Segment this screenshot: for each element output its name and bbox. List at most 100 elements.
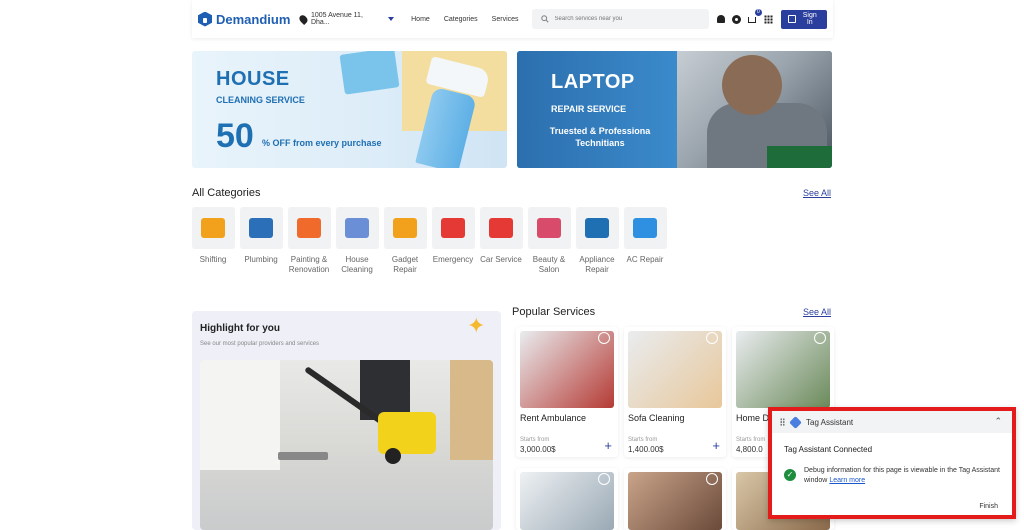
service-price: 3,000.00$ xyxy=(520,445,556,454)
chevron-down-icon xyxy=(388,17,395,21)
category-icon xyxy=(441,218,465,238)
sign-in-label: Sign In xyxy=(802,12,817,26)
category-item[interactable]: Shifting xyxy=(191,207,235,265)
page: Demandium 1005 Avenue 11, Dha... Home Ca… xyxy=(0,0,1024,530)
service-name: Rent Ambulance xyxy=(520,413,587,423)
collapse-icon[interactable]: ⌃ xyxy=(994,416,1002,427)
house-cleaning-banner[interactable]: HOUSE CLEANING SERVICE 50 % OFF from eve… xyxy=(192,51,507,168)
search-icon xyxy=(540,15,549,23)
highlight-title: Highlight for you xyxy=(200,323,280,334)
category-item[interactable]: Plumbing xyxy=(239,207,283,265)
bell-icon[interactable] xyxy=(716,15,725,23)
category-item[interactable]: Beauty & Salon xyxy=(527,207,571,275)
starts-from-label: Starts from xyxy=(736,437,766,443)
category-label: Painting & Renovation xyxy=(288,255,330,274)
finish-button[interactable]: Finish xyxy=(979,503,998,510)
category-icon-box xyxy=(623,207,667,249)
service-price: 1,400.00$ xyxy=(628,445,664,454)
sponge-image xyxy=(339,51,400,95)
highlight-panel: Highlight for you See our most popular p… xyxy=(192,311,501,530)
category-icon-box xyxy=(335,207,379,249)
drag-handle-icon[interactable] xyxy=(780,418,785,426)
logo[interactable]: Demandium xyxy=(198,11,291,27)
apps-grid-icon[interactable] xyxy=(763,14,773,24)
service-card[interactable] xyxy=(624,468,726,530)
nav-categories[interactable]: Categories xyxy=(444,16,478,23)
search-bar[interactable] xyxy=(531,9,709,29)
category-icon xyxy=(489,218,513,238)
highlight-subtitle: See our most popular providers and servi… xyxy=(200,341,320,347)
location-selector[interactable]: 1005 Avenue 11, Dha... xyxy=(298,12,395,26)
nav-services[interactable]: Services xyxy=(492,16,519,23)
category-item[interactable]: AC Repair xyxy=(623,207,667,265)
banner-title: HOUSE xyxy=(216,68,290,90)
top-navbar: Demandium 1005 Avenue 11, Dha... Home Ca… xyxy=(192,0,833,38)
banner-tagline: Truested & Professiona Technitians xyxy=(549,126,651,148)
add-service-button[interactable]: + xyxy=(712,439,720,452)
category-icon xyxy=(297,218,321,238)
nav-home[interactable]: Home xyxy=(411,16,430,23)
service-name: Sofa Cleaning xyxy=(628,413,685,423)
cart-icon xyxy=(747,16,756,23)
learn-more-link[interactable]: Learn more xyxy=(829,477,865,484)
main-nav: Home Categories Services xyxy=(411,16,518,23)
category-icon xyxy=(345,218,369,238)
highlight-image[interactable] xyxy=(200,360,493,530)
category-icon xyxy=(249,218,273,238)
search-input[interactable] xyxy=(554,16,705,22)
category-label: Plumbing xyxy=(244,255,278,264)
cart-badge: 0 xyxy=(754,8,762,16)
connection-status: Tag Assistant Connected xyxy=(784,445,873,454)
popular-services-title: Popular Services xyxy=(512,306,596,318)
laptop-repair-banner[interactable]: LAPTOP REPAIR SERVICE Truested & Profess… xyxy=(517,51,832,168)
category-item[interactable]: Emergency xyxy=(431,207,475,265)
banner-subtitle: CLEANING SERVICE xyxy=(216,95,305,105)
category-label: Emergency xyxy=(432,255,474,264)
category-icon-box xyxy=(287,207,331,249)
category-icon-box xyxy=(575,207,619,249)
service-card[interactable]: Sofa Cleaning Starts from 1,400.00$ + xyxy=(624,327,726,457)
cart-button[interactable]: 0 xyxy=(747,8,762,24)
settings-icon[interactable] xyxy=(731,14,741,24)
vacuum-cleaner xyxy=(378,412,436,454)
banner-discount: 50 xyxy=(216,117,254,155)
category-icon xyxy=(201,218,225,238)
category-icon xyxy=(537,218,561,238)
heart-icon[interactable] xyxy=(706,473,718,485)
heart-icon[interactable] xyxy=(814,332,826,344)
location-text: 1005 Avenue 11, Dha... xyxy=(310,12,363,26)
logo-text: Demandium xyxy=(216,11,291,27)
service-card[interactable]: Rent Ambulance Starts from 3,000.00$ + xyxy=(516,327,618,457)
starts-from-label: Starts from xyxy=(520,437,550,443)
category-label: House Cleaning xyxy=(341,255,373,274)
category-icon xyxy=(633,218,657,238)
category-icon-box xyxy=(527,207,571,249)
category-item[interactable]: Car Service xyxy=(479,207,523,265)
heart-icon[interactable] xyxy=(598,473,610,485)
category-item[interactable]: Appliance Repair xyxy=(575,207,619,275)
vacuum-wheel xyxy=(385,448,401,464)
popular-see-all-link[interactable]: See All xyxy=(803,307,831,317)
category-icon xyxy=(393,218,417,238)
service-card[interactable] xyxy=(516,468,618,530)
categories-title: All Categories xyxy=(192,187,261,199)
category-label: Gadget Repair xyxy=(391,255,419,274)
category-label: Beauty & Salon xyxy=(532,255,566,274)
categories-see-all-link[interactable]: See All xyxy=(803,188,831,198)
heart-icon[interactable] xyxy=(706,332,718,344)
sign-in-button[interactable]: Sign In xyxy=(780,9,827,29)
category-icon-box xyxy=(479,207,523,249)
category-item[interactable]: Painting & Renovation xyxy=(287,207,331,275)
category-icon xyxy=(585,218,609,238)
debug-message: Debug information for this page is viewa… xyxy=(804,466,1009,486)
add-service-button[interactable]: + xyxy=(604,439,612,452)
category-item[interactable]: House Cleaning xyxy=(335,207,379,275)
location-pin-icon xyxy=(298,13,310,25)
heart-icon[interactable] xyxy=(598,332,610,344)
sparkle-icon: ✦ xyxy=(467,313,486,338)
check-icon: ✓ xyxy=(784,469,796,481)
logo-icon xyxy=(198,11,212,27)
tag-assistant-header[interactable]: Tag Assistant xyxy=(772,411,1012,433)
category-item[interactable]: Gadget Repair xyxy=(383,207,427,275)
category-label: Car Service xyxy=(480,255,522,264)
